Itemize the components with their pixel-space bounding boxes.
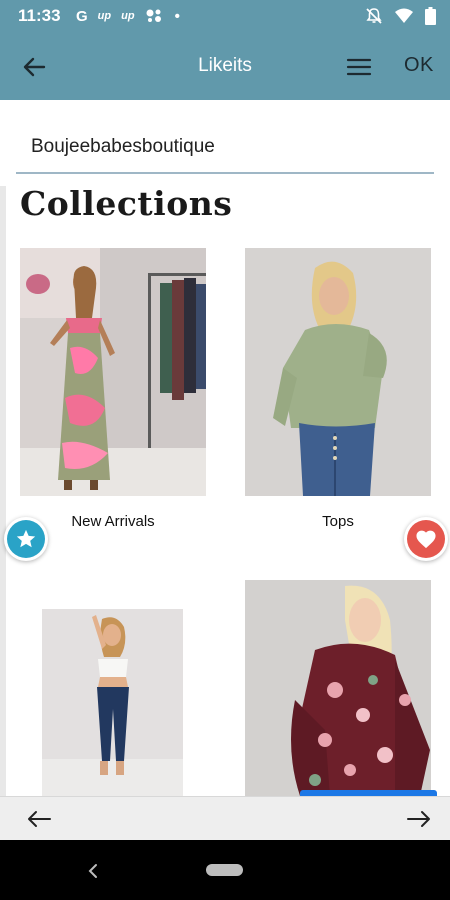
more-notifications-icon: • bbox=[174, 7, 180, 25]
collection-label-tops[interactable]: Tops bbox=[245, 513, 431, 530]
app-toolbar: Likeits OK bbox=[0, 33, 450, 100]
hamburger-menu-icon bbox=[346, 58, 372, 76]
green-sweater-photo bbox=[245, 248, 431, 496]
collection-item-4[interactable] bbox=[245, 580, 431, 796]
star-icon bbox=[16, 529, 36, 548]
status-time: 11:33 bbox=[18, 6, 61, 25]
ok-button[interactable]: OK bbox=[404, 54, 434, 77]
left-edge-strip bbox=[0, 186, 6, 796]
chevron-left-icon bbox=[88, 864, 97, 878]
favorites-star-button[interactable] bbox=[4, 517, 48, 561]
collection-item-new-arrivals[interactable] bbox=[20, 248, 206, 496]
assistant-icon bbox=[146, 9, 161, 22]
google-notification-icon: G bbox=[76, 7, 88, 25]
collections-heading: Collections bbox=[20, 184, 233, 223]
status-bar: 11:33 G up up • bbox=[0, 0, 450, 33]
system-home-pill[interactable] bbox=[206, 864, 243, 876]
arrow-left-icon bbox=[28, 811, 51, 827]
browser-nav-bar bbox=[0, 796, 450, 840]
up-notification-icon: up bbox=[97, 10, 112, 22]
white-crop-top-jeans-photo bbox=[42, 609, 183, 796]
page-back-button[interactable] bbox=[24, 807, 54, 831]
store-name[interactable]: Boujeebabesboutique bbox=[31, 136, 215, 158]
toolbar-title: Likeits bbox=[198, 55, 252, 76]
heart-icon bbox=[416, 530, 436, 549]
system-back-button[interactable] bbox=[86, 862, 100, 880]
heart-button-circle bbox=[407, 520, 445, 558]
app-screen: 11:33 G up up • Likeits OK Boujeebabesbo… bbox=[0, 0, 450, 900]
collection-item-tops[interactable] bbox=[245, 248, 431, 496]
tie-dye-maxi-dress-photo bbox=[20, 248, 206, 496]
star-button-circle bbox=[7, 520, 45, 558]
notification-icons: G up up • bbox=[76, 5, 180, 27]
page-forward-button[interactable] bbox=[404, 807, 434, 831]
burgundy-floral-top-photo bbox=[245, 580, 431, 796]
system-navigation-bar bbox=[0, 840, 450, 900]
dnd-off-icon bbox=[366, 8, 382, 24]
system-status-icons bbox=[365, 6, 436, 26]
arrow-right-icon bbox=[407, 811, 430, 827]
like-heart-button[interactable] bbox=[404, 517, 448, 561]
menu-button[interactable] bbox=[344, 53, 374, 81]
battery-icon bbox=[425, 7, 436, 25]
store-name-underline bbox=[16, 172, 434, 174]
collection-label-new-arrivals[interactable]: New Arrivals bbox=[20, 513, 206, 530]
up-notification-icon-2: up bbox=[121, 10, 135, 22]
wifi-icon bbox=[395, 8, 413, 23]
collection-item-3[interactable] bbox=[42, 609, 183, 796]
